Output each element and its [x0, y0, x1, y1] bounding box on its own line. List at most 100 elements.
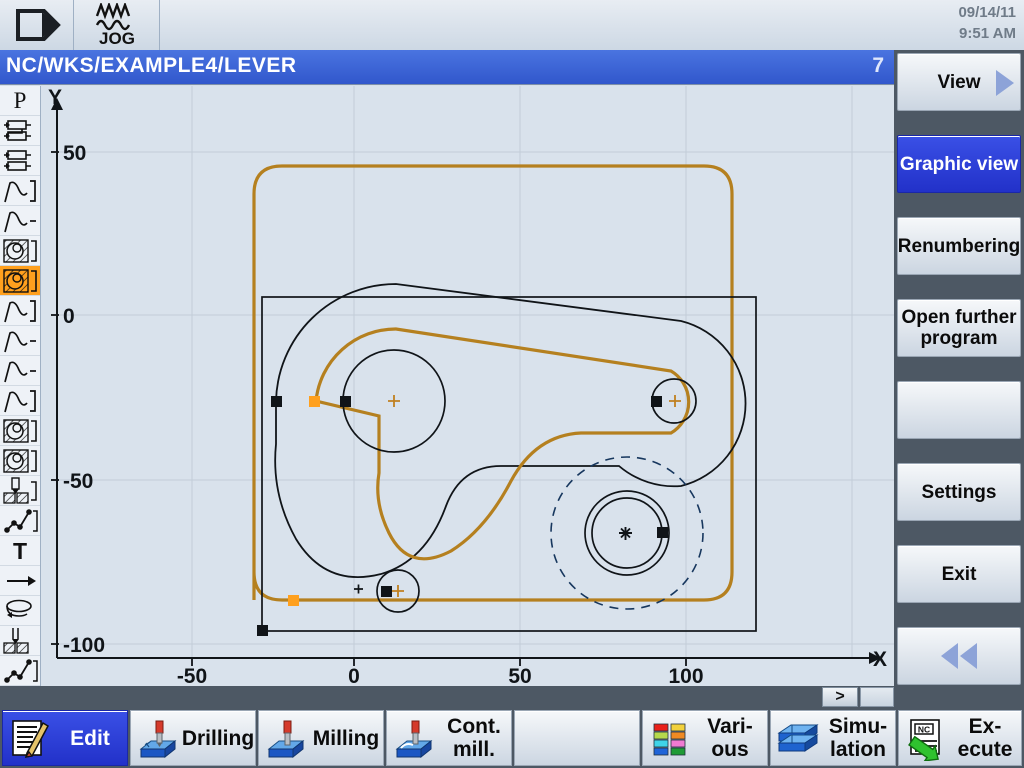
- contour-curve-4-glyph: [4, 331, 36, 353]
- tool-icon-glyph: T: [12, 538, 28, 564]
- x-tick-3: 100: [668, 665, 703, 686]
- program-path: NC/WKS/EXAMPLE4/LEVER: [6, 54, 297, 77]
- pocket-circular-icon[interactable]: [0, 236, 40, 266]
- nc-execute-icon: NC: [903, 715, 949, 762]
- svg-text:NC: NC: [918, 725, 930, 735]
- softkey-open-further-program[interactable]: Open further program: [897, 299, 1021, 357]
- time-text: 9:51 AM: [959, 25, 1016, 42]
- workpiece-drawing: X Y -50 0 50 100 50 0 -50 -100: [41, 86, 894, 686]
- subroutine-call-2-icon[interactable]: [0, 146, 40, 176]
- datetime-display: 09/14/11 9:51 AM: [896, 2, 1016, 44]
- horizontal-scroll-row: >: [0, 686, 894, 708]
- channel-arrow-icon: [16, 9, 61, 41]
- y-tick-0: 50: [63, 142, 86, 165]
- double-chevron-left-icon: [898, 643, 1020, 669]
- contour-curve-5-glyph: [4, 361, 36, 383]
- block-number: 7: [872, 54, 884, 77]
- position-pattern-glyph: [4, 509, 38, 533]
- program-step-icon-bar: P T: [0, 86, 41, 716]
- various-grid-icon: [647, 715, 693, 761]
- softkey-empty-1[interactable]: [897, 381, 1021, 439]
- hkey-cont-mill-label: Cont. mill.: [447, 715, 501, 761]
- hkey-execute-label: Ex- ecute: [957, 715, 1013, 761]
- hkey-simulation-label: Simu- lation: [828, 715, 888, 761]
- contour-curve-1-icon[interactable]: [0, 176, 40, 206]
- x-tick-2: 50: [508, 665, 531, 686]
- date-text: 09/14/11: [958, 4, 1016, 21]
- simulation-block-icon: [775, 715, 821, 761]
- hkey-edit[interactable]: Edit: [2, 710, 128, 766]
- pocket-circular-2-glyph: [3, 419, 37, 443]
- scroll-right-button[interactable]: >: [822, 687, 858, 707]
- contour-curve-3-icon[interactable]: [0, 296, 40, 326]
- hkey-cont-mill[interactable]: Cont. mill.: [386, 710, 512, 766]
- program-path-bar: NC/WKS/EXAMPLE4/LEVER 7: [0, 50, 894, 85]
- softkey-graphic-view-label: Graphic view: [899, 153, 1019, 175]
- position-pattern-2-icon[interactable]: [0, 656, 40, 686]
- y-tick-2: -50: [63, 470, 93, 493]
- softkey-settings-label: Settings: [921, 481, 997, 503]
- hkey-simulation[interactable]: Simu- lation: [770, 710, 896, 766]
- contour-curve-1-glyph: [4, 180, 36, 203]
- channel-cell[interactable]: [0, 0, 74, 50]
- drilling-icon: [135, 715, 181, 761]
- contour-curve-2-icon[interactable]: [0, 206, 40, 236]
- x-axis-label: X: [873, 648, 887, 671]
- helix-icon[interactable]: [0, 596, 40, 626]
- position-pattern-2-glyph: [4, 659, 38, 683]
- pocket-circular-glyph: [3, 239, 37, 263]
- hkey-drilling-label: Drilling: [181, 726, 255, 750]
- contour-curve-6-icon[interactable]: [0, 386, 40, 416]
- pocket-circular-3-icon[interactable]: [0, 446, 40, 476]
- drill-hole-2-glyph: [3, 628, 29, 654]
- tool-icon[interactable]: T: [0, 536, 40, 566]
- drill-hole-icon[interactable]: [0, 476, 40, 506]
- position-pattern-icon[interactable]: [0, 506, 40, 536]
- vertical-softkey-bar: View Graphic view Renumbering Open furth…: [894, 50, 1024, 708]
- program-icon-glyph: P: [13, 88, 27, 113]
- x-tick-1: 0: [348, 665, 360, 686]
- milling-icon: [263, 715, 309, 761]
- hkey-drilling[interactable]: Drilling: [130, 710, 256, 766]
- graphic-view-canvas[interactable]: X Y -50 0 50 100 50 0 -50 -100: [41, 86, 894, 686]
- softkey-back[interactable]: [897, 627, 1021, 685]
- subroutine-call-2-glyph: [4, 150, 31, 171]
- pocket-circular-3-glyph: [3, 449, 37, 473]
- program-icon[interactable]: P: [0, 86, 40, 116]
- subroutine-call-glyph: [4, 120, 31, 141]
- status-bar: JOG 09/14/11 9:51 AM: [0, 0, 1024, 50]
- pocket-circular-2-icon[interactable]: [0, 416, 40, 446]
- contour-curve-4-icon[interactable]: [0, 326, 40, 356]
- softkey-exit[interactable]: Exit: [897, 545, 1021, 603]
- scroll-left-pad: [0, 686, 40, 708]
- contour-curve-3-glyph: [4, 300, 36, 323]
- softkey-settings[interactable]: Settings: [897, 463, 1021, 521]
- contour-curve-2-glyph: [4, 211, 36, 233]
- softkey-graphic-view[interactable]: Graphic view: [897, 135, 1021, 193]
- softkey-renumbering-label: Renumbering: [897, 235, 1021, 257]
- helix-glyph: [6, 599, 32, 618]
- hkey-empty[interactable]: [514, 710, 640, 766]
- operating-mode-cell[interactable]: JOG: [74, 0, 160, 50]
- softkey-view[interactable]: View: [897, 53, 1021, 111]
- linear-move-glyph: [7, 576, 36, 586]
- hkey-milling-label: Milling: [312, 726, 380, 750]
- drill-hole-glyph: [3, 477, 37, 504]
- hkey-various[interactable]: Vari- ous: [642, 710, 768, 766]
- subroutine-call-icon[interactable]: [0, 116, 40, 146]
- linear-move-icon[interactable]: [0, 566, 40, 596]
- drill-hole-2-icon[interactable]: [0, 626, 40, 656]
- hkey-execute[interactable]: NC Ex- ecute: [898, 710, 1022, 766]
- hkey-edit-label: Edit: [70, 726, 110, 750]
- softkey-view-label: View: [937, 71, 981, 93]
- hkey-milling[interactable]: Milling: [258, 710, 384, 766]
- y-tick-1: 0: [63, 305, 75, 328]
- contour-curve-5-icon[interactable]: [0, 356, 40, 386]
- softkey-exit-label: Exit: [941, 563, 977, 585]
- contour-mill-icon: [391, 715, 437, 761]
- chevron-right-icon: [996, 70, 1014, 96]
- pocket-circular-selected-icon[interactable]: [0, 266, 40, 296]
- hkey-various-label: Vari- ous: [707, 715, 753, 761]
- softkey-renumbering[interactable]: Renumbering: [897, 217, 1021, 275]
- x-tick-0: -50: [177, 665, 207, 686]
